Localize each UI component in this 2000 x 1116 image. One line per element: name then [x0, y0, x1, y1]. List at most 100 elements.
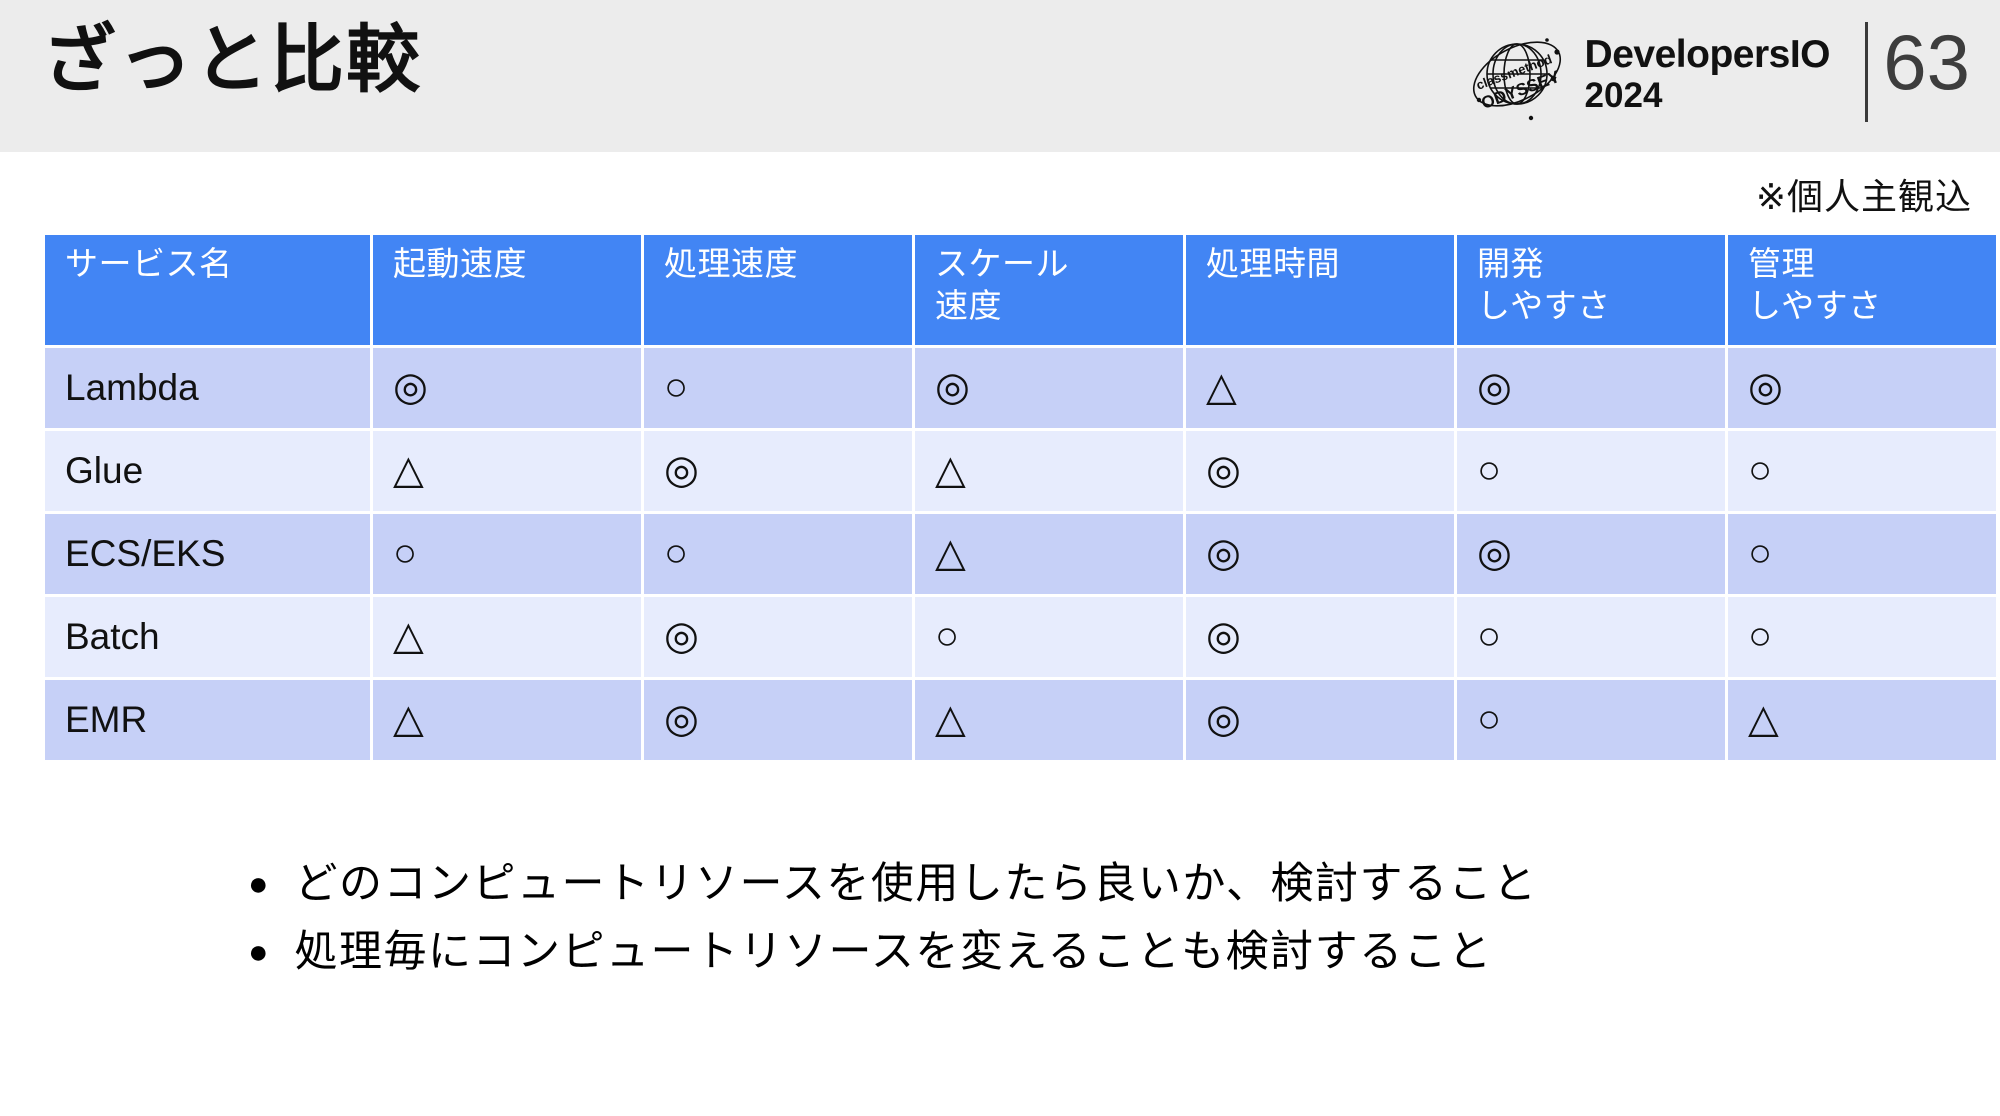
cell-scale-speed: △	[915, 431, 1183, 511]
rating-mark: ◎	[664, 614, 699, 658]
page-title: ざっと比較	[42, 18, 422, 101]
bullet-dot-icon: ●	[248, 865, 269, 903]
column-header-ops-ease: 管理 しやすさ	[1728, 235, 1996, 345]
table-row: Batch △ ◎ ○ ◎ ○ ○	[45, 597, 1996, 677]
cell-dev-ease: ○	[1457, 431, 1725, 511]
table-row: EMR △ ◎ △ ◎ ○ △	[45, 680, 1996, 760]
rating-mark: △	[1206, 365, 1237, 409]
table-row: Glue △ ◎ △ ◎ ○ ○	[45, 431, 1996, 511]
column-header-dev-ease: 開発 しやすさ	[1457, 235, 1725, 345]
cell-processing-speed: ○	[644, 514, 912, 594]
bullet-list: ● どのコンピュートリソースを使用したら良いか、検討すること ● 処理毎にコンピ…	[248, 858, 1948, 994]
rating-mark: △	[393, 697, 424, 741]
brand-text: DevelopersIO 2024	[1584, 33, 1831, 115]
header-label-line2: しやすさ	[1477, 287, 1611, 325]
header-divider	[1865, 22, 1868, 122]
cell-ops-ease: △	[1728, 680, 1996, 760]
rating-mark: ◎	[1206, 614, 1241, 658]
cell-processing-speed: ◎	[644, 431, 912, 511]
header-label-line1: スケール	[935, 245, 1069, 282]
rating-mark: ○	[1477, 448, 1502, 492]
cell-startup-speed: △	[373, 431, 641, 511]
cell-startup-speed: ◎	[373, 348, 641, 428]
rating-mark: ○	[664, 531, 689, 575]
bullet-dot-icon: ●	[248, 932, 269, 971]
cell-dev-ease: ○	[1457, 680, 1725, 760]
comparison-table: サービス名 起動速度 処理速度 スケール 速度 処理時間 開発 しやすさ 管理 …	[42, 232, 1999, 763]
bullet-text: どのコンピュートリソースを使用したら良いか、検討すること	[294, 860, 1538, 908]
cell-dev-ease: ◎	[1457, 348, 1725, 428]
table-row: ECS/EKS ○ ○ △ ◎ ◎ ○	[45, 514, 1996, 594]
cell-service-name: EMR	[45, 680, 370, 760]
rating-mark: ◎	[664, 697, 699, 741]
rating-mark: △	[935, 531, 966, 575]
header-label-line1: 管理	[1748, 245, 1815, 282]
classmethod-odyssey-globe-icon: classmethod ODYSSEY	[1465, 22, 1569, 126]
brand-name: DevelopersIO	[1584, 33, 1831, 76]
rating-mark: △	[935, 697, 966, 741]
table-row: Lambda ◎ ○ ◎ △ ◎ ◎	[45, 348, 1996, 428]
rating-mark: ◎	[393, 365, 428, 409]
header-label: 処理速度	[664, 245, 798, 282]
rating-mark: ○	[1748, 448, 1773, 492]
rating-mark: ◎	[1206, 448, 1241, 492]
column-header-processing-time: 処理時間	[1186, 235, 1454, 345]
column-header-processing-speed: 処理速度	[644, 235, 912, 345]
rating-mark: ◎	[935, 365, 970, 409]
cell-processing-time: ◎	[1186, 597, 1454, 677]
rating-mark: ○	[1748, 614, 1773, 658]
cell-ops-ease: ○	[1728, 431, 1996, 511]
cell-startup-speed: △	[373, 597, 641, 677]
cell-ops-ease: ○	[1728, 514, 1996, 594]
rating-mark: ◎	[664, 448, 699, 492]
cell-processing-time: △	[1186, 348, 1454, 428]
header-label-line2: 速度	[935, 287, 1002, 325]
subjective-note: ※個人主観込	[1755, 176, 1972, 217]
cell-scale-speed: △	[915, 514, 1183, 594]
rating-mark: ○	[1748, 531, 1773, 575]
slide: ざっと比較 classmethod ODYSSEY DevelopersIO 2…	[0, 0, 2000, 1116]
bullet-text: 処理毎にコンピュートリソースを変えることも検討すること	[294, 927, 1493, 976]
header-label: サービス名	[65, 245, 233, 282]
rating-mark: △	[393, 614, 424, 658]
cell-service-name: Lambda	[45, 348, 370, 428]
rating-mark: ○	[1477, 614, 1502, 658]
page-number: 63	[1883, 18, 1970, 106]
rating-mark: ○	[664, 365, 689, 409]
cell-processing-speed: ◎	[644, 680, 912, 760]
column-header-service-name: サービス名	[45, 235, 370, 345]
column-header-scale-speed: スケール 速度	[915, 235, 1183, 345]
rating-mark: ◎	[1206, 531, 1241, 575]
cell-processing-time: ◎	[1186, 680, 1454, 760]
cell-startup-speed: ○	[373, 514, 641, 594]
cell-ops-ease: ◎	[1728, 348, 1996, 428]
rating-mark: ◎	[1477, 531, 1512, 575]
rating-mark: ◎	[1477, 365, 1512, 409]
cell-service-name: Glue	[45, 431, 370, 511]
header-label: 処理時間	[1206, 245, 1340, 282]
brand-year: 2024	[1584, 76, 1663, 115]
header-label-line1: 開発	[1477, 245, 1544, 282]
cell-scale-speed: ◎	[915, 348, 1183, 428]
table-header-row: サービス名 起動速度 処理速度 スケール 速度 処理時間 開発 しやすさ 管理 …	[45, 235, 1996, 345]
cell-scale-speed: △	[915, 680, 1183, 760]
cell-processing-speed: ◎	[644, 597, 912, 677]
rating-mark: ○	[1477, 697, 1502, 741]
cell-processing-time: ◎	[1186, 431, 1454, 511]
rating-mark: ◎	[1206, 697, 1241, 741]
rating-mark: ◎	[1748, 365, 1783, 409]
header-label: 起動速度	[393, 245, 527, 282]
cell-processing-time: ◎	[1186, 514, 1454, 594]
rating-mark: ○	[935, 614, 960, 658]
column-header-startup-speed: 起動速度	[373, 235, 641, 345]
cell-dev-ease: ○	[1457, 597, 1725, 677]
cell-processing-speed: ○	[644, 348, 912, 428]
rating-mark: △	[393, 448, 424, 492]
brand-logo-block: classmethod ODYSSEY DevelopersIO 2024	[1465, 22, 1831, 126]
cell-dev-ease: ◎	[1457, 514, 1725, 594]
header-label-line2: しやすさ	[1748, 287, 1882, 325]
rating-mark: △	[1748, 697, 1779, 741]
cell-service-name: ECS/EKS	[45, 514, 370, 594]
list-item: ● 処理毎にコンピュートリソースを変えることも検討すること	[248, 926, 1948, 980]
cell-service-name: Batch	[45, 597, 370, 677]
